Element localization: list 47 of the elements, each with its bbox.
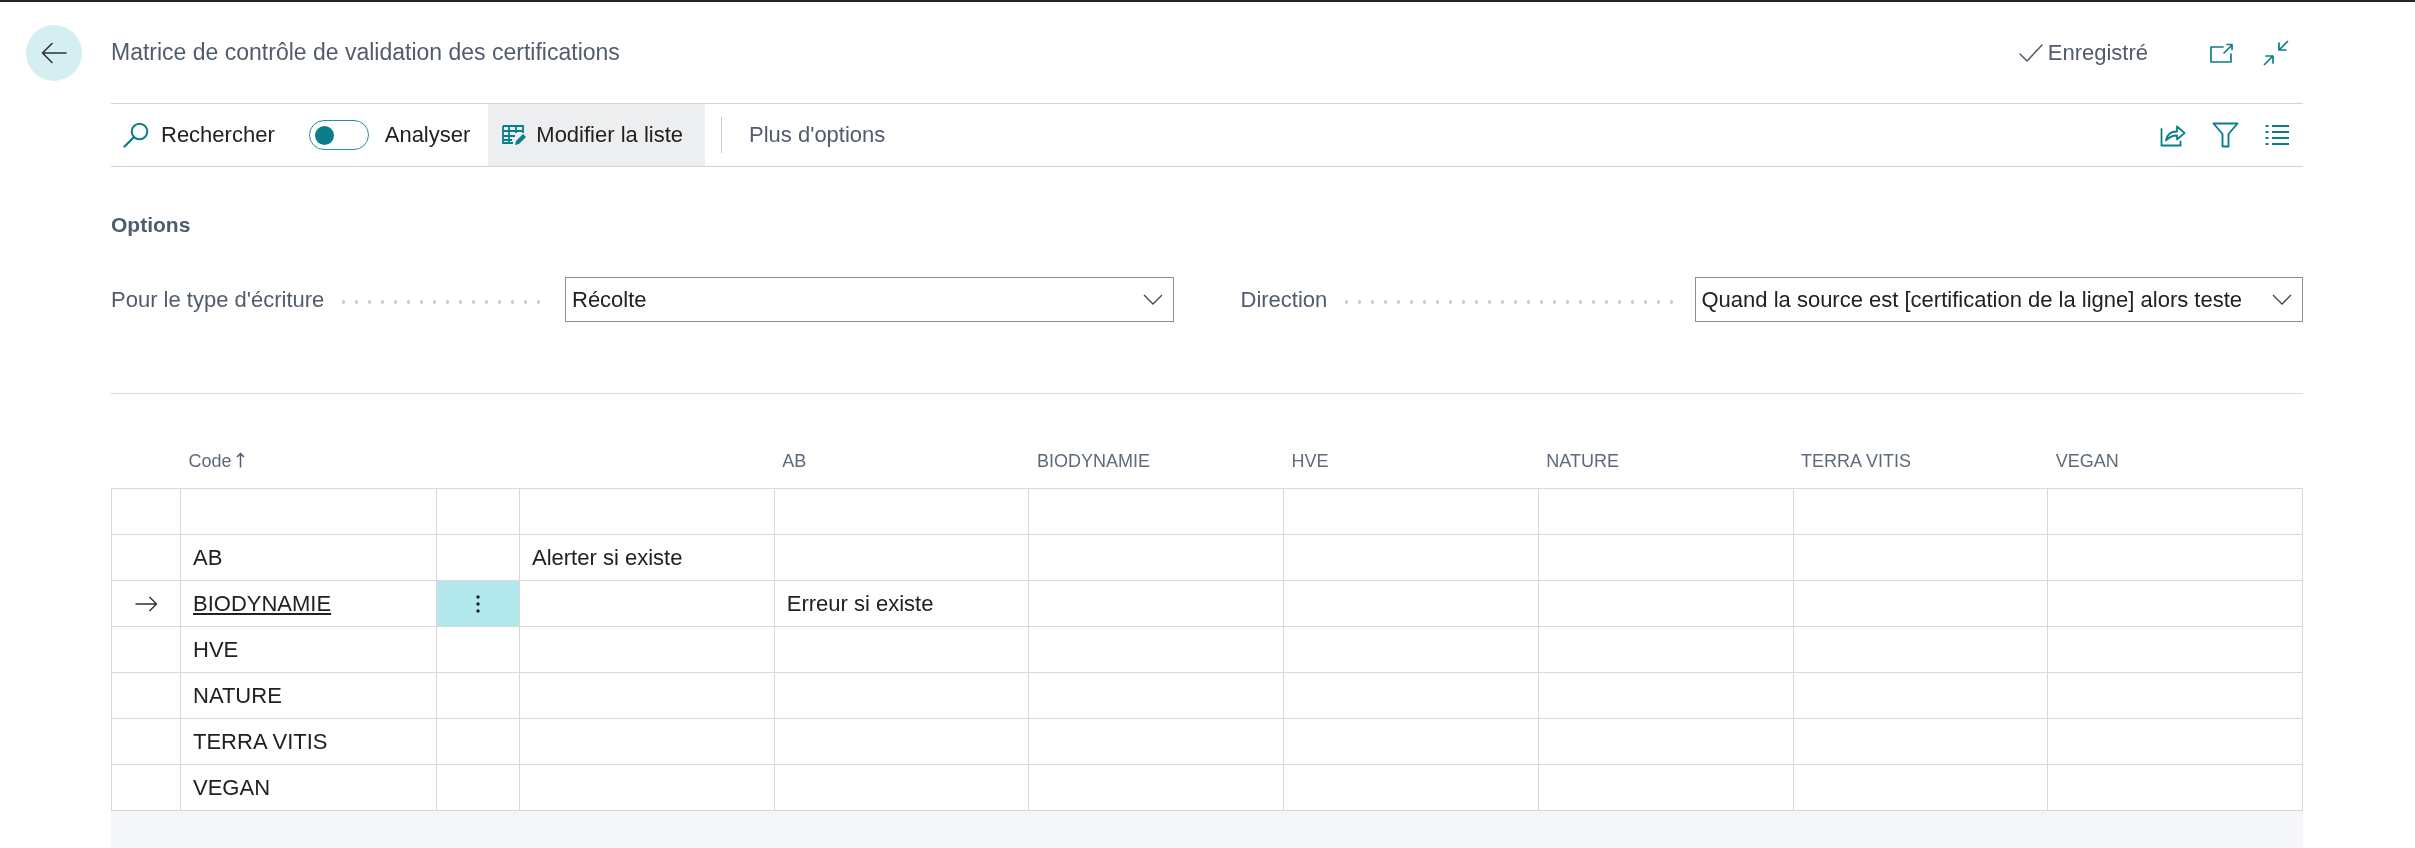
filter-icon [2211,122,2239,148]
row-selector[interactable] [111,580,181,627]
table-cell: Erreur si existe [774,580,1029,627]
dropdown-field[interactable]: Récolte [565,277,1174,322]
more-options-button[interactable]: Plus d'options [738,104,897,166]
section-heading: Options [111,213,192,237]
column-header[interactable]: Code [180,394,437,489]
row-selector[interactable] [111,672,181,719]
arrow-right-icon [134,595,158,612]
row-selector[interactable] [111,488,181,535]
column-header[interactable]: AB [774,394,1029,489]
table-cell: AB [180,534,437,581]
dropdown-field[interactable]: Quand la source est [certification de la ligne] alors teste [1694,277,2303,322]
column-header[interactable]: BIODYNAMIE [1028,394,1284,489]
page-title: Matrice de contrôle de validation des certifications [111,39,621,66]
column-header[interactable]: VEGAN [2047,394,2303,489]
field-label: Pour le type d'écriture [111,286,325,313]
row-selector[interactable] [111,764,181,811]
edit-list-button[interactable]: Modifier la liste [488,104,706,166]
table-cell: TERRA VITIS [180,718,437,765]
table-cell: HVE [180,626,437,673]
column-header[interactable]: NATURE [1538,394,1793,489]
column-header[interactable]: TERRA VITIS [1793,394,2048,489]
toggle-switch[interactable] [308,120,369,150]
check-icon [2018,42,2043,63]
analyze-toggle[interactable]: Analyser [286,104,489,166]
table-cell: Alerter si existe [519,534,775,581]
kebab-icon [476,594,480,613]
table-cell: VEGAN [180,764,437,811]
arrow-left-icon [41,41,67,64]
row-selector[interactable] [111,718,181,765]
table-cell: BIODYNAMIE [180,580,437,627]
field-label: Direction [1240,286,1328,313]
share-icon [2160,123,2186,147]
chevron-down-icon [2272,294,2292,305]
row-selector[interactable] [111,626,181,673]
external-link-icon [2210,42,2234,63]
table-pencil-icon [502,123,527,147]
search-icon [123,122,149,148]
collapse-arrows-icon [2263,39,2289,66]
row-selector[interactable] [111,534,181,581]
column-header[interactable]: HVE [1283,394,1539,489]
table-cell: NATURE [180,672,437,719]
search-button[interactable]: Rechercher [111,104,287,166]
save-status: Enregistré [2047,39,2148,66]
list-icon [2265,124,2289,146]
chevron-down-icon [1142,294,1163,305]
